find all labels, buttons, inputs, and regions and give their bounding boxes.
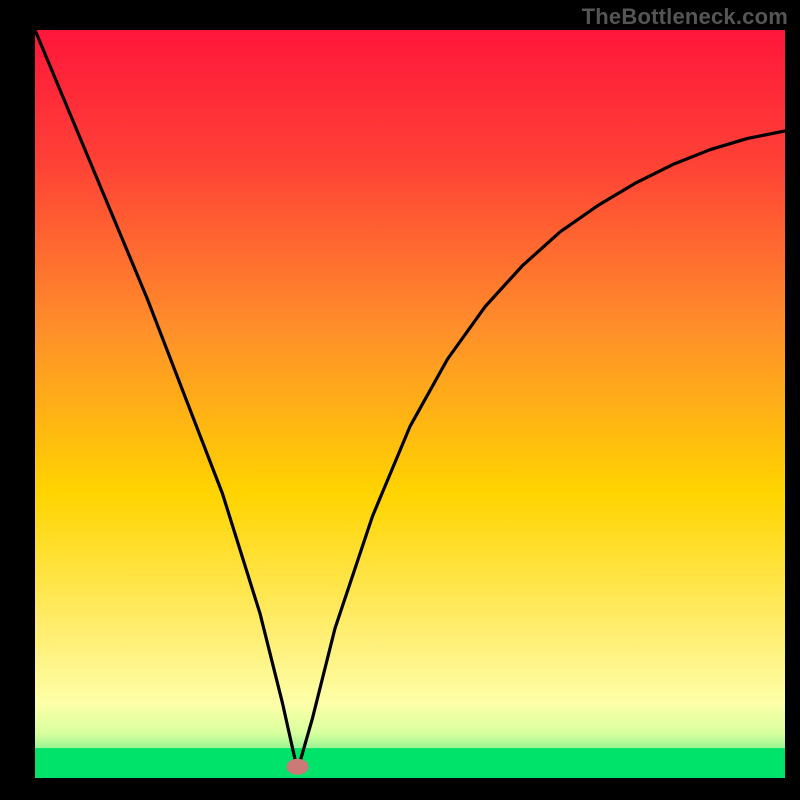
gradient-background [35,30,785,778]
green-band [35,748,785,778]
chart-frame: TheBottleneck.com [0,0,800,800]
optimal-marker [287,759,309,775]
bottleneck-chart [0,0,800,800]
watermark-text: TheBottleneck.com [582,4,788,30]
